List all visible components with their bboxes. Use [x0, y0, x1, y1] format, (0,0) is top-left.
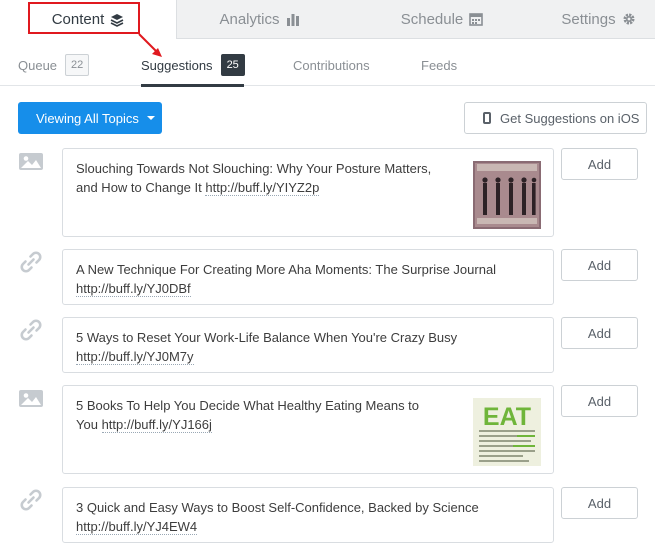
posture-thumbnail — [473, 161, 541, 229]
suggestion-title: 3 Quick and Easy Ways to Boost Self-Conf… — [76, 500, 479, 515]
suggestion-card[interactable]: Slouching Towards Not Slouching: Why You… — [62, 148, 554, 237]
suggestion-text: 5 Books To Help You Decide What Healthy … — [76, 396, 426, 434]
suggestions-count-badge: 25 — [220, 54, 245, 76]
image-icon — [18, 385, 44, 411]
tab-schedule[interactable]: Schedule — [342, 0, 542, 39]
add-button[interactable]: Add — [561, 487, 638, 519]
subtab-feeds-label: Feeds — [421, 57, 458, 73]
gear-icon — [622, 12, 636, 26]
add-button[interactable]: Add — [561, 249, 638, 281]
tab-settings-label: Settings — [561, 10, 616, 28]
suggestion-card[interactable]: A New Technique For Creating More Aha Mo… — [62, 249, 554, 305]
subtab-feeds[interactable]: Feeds — [421, 53, 457, 77]
subtab-contributions[interactable]: Contributions — [293, 53, 370, 77]
suggestion-text: A New Technique For Creating More Aha Mo… — [76, 260, 536, 298]
tab-settings[interactable]: Settings — [542, 0, 655, 39]
calendar-icon — [469, 12, 484, 26]
suggestion-title: 5 Ways to Reset Your Work-Life Balance W… — [76, 330, 458, 345]
subtab-queue-label: Queue — [18, 57, 58, 73]
suggestion-link[interactable]: http://buff.ly/YJ0M7y — [76, 349, 194, 365]
topics-dropdown-button[interactable]: Viewing All Topics — [18, 102, 162, 134]
layers-icon — [110, 13, 124, 27]
add-button[interactable]: Add — [561, 317, 638, 349]
suggestion-link[interactable]: http://buff.ly/YJ4EW4 — [76, 519, 198, 535]
phone-icon — [483, 112, 491, 124]
top-nav: Content Analytics Schedule Settings — [0, 0, 655, 39]
suggestion-text: 5 Ways to Reset Your Work-Life Balance W… — [76, 328, 476, 366]
suggestion-title: A New Technique For Creating More Aha Mo… — [76, 262, 497, 277]
suggestion-link[interactable]: http://buff.ly/YJ166j — [101, 417, 212, 433]
tab-schedule-label: Schedule — [400, 10, 464, 28]
eat-book-thumbnail: EAT — [473, 398, 541, 466]
queue-count-badge: 22 — [65, 54, 90, 76]
subtab-suggestions[interactable]: Suggestions 25 — [141, 53, 245, 77]
ios-suggestions-button[interactable]: Get Suggestions on iOS — [464, 102, 647, 134]
subtab-queue[interactable]: Queue 22 — [18, 53, 90, 77]
tab-content[interactable]: Content — [0, 0, 177, 39]
suggestion-link[interactable]: http://buff.ly/YJ0DBf — [76, 281, 191, 297]
add-button[interactable]: Add — [561, 385, 638, 417]
subtab-suggestions-label: Suggestions — [141, 57, 213, 73]
caret-down-icon — [146, 116, 155, 120]
tab-analytics[interactable]: Analytics — [177, 0, 342, 39]
subtab-contributions-label: Contributions — [293, 57, 370, 73]
link-icon — [18, 487, 44, 513]
suggestion-card[interactable]: 5 Ways to Reset Your Work-Life Balance W… — [62, 317, 554, 373]
suggestion-card[interactable]: 3 Quick and Easy Ways to Boost Self-Conf… — [62, 487, 554, 543]
active-subtab-underline — [141, 84, 244, 87]
eat-thumbnail-word: EAT — [483, 403, 531, 431]
link-icon — [18, 317, 44, 343]
tab-analytics-label: Analytics — [219, 10, 280, 28]
ios-suggestions-label: Get Suggestions on iOS — [500, 110, 640, 126]
image-icon — [18, 148, 44, 174]
suggestion-link[interactable]: http://buff.ly/YIYZ2p — [205, 180, 320, 196]
sub-nav: Queue 22 Suggestions 25 Contributions Fe… — [0, 39, 655, 86]
topics-dropdown-label: Viewing All Topics — [36, 110, 139, 126]
bar-chart-icon — [286, 12, 300, 26]
suggestion-text: 3 Quick and Easy Ways to Boost Self-Conf… — [76, 498, 536, 536]
tab-content-label: Content — [51, 11, 105, 28]
suggestion-text: Slouching Towards Not Slouching: Why You… — [76, 159, 456, 197]
suggestion-card[interactable]: 5 Books To Help You Decide What Healthy … — [62, 385, 554, 474]
link-icon — [18, 249, 44, 275]
add-button[interactable]: Add — [561, 148, 638, 180]
